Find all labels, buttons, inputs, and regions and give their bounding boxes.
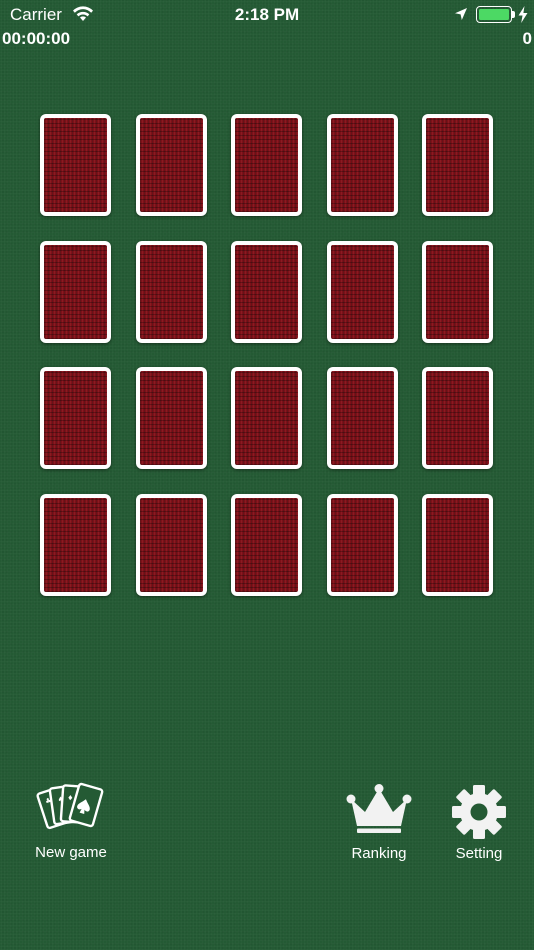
- setting-label: Setting: [455, 845, 503, 862]
- card-r3-c5[interactable]: [422, 367, 493, 469]
- status-bar: Carrier 2:18 PM: [0, 0, 534, 30]
- card-back-pattern: [330, 371, 394, 465]
- card-back-pattern: [330, 497, 394, 592]
- elapsed-timer: 00:00:00: [2, 29, 71, 48]
- card-back-pattern: [426, 371, 489, 465]
- card-r3-c1[interactable]: [40, 367, 111, 469]
- ranking-button[interactable]: Ranking: [340, 784, 418, 864]
- card-back-pattern: [426, 497, 489, 592]
- svg-text:♦: ♦: [67, 794, 74, 802]
- setting-button[interactable]: Setting: [442, 784, 516, 864]
- card-r4-c1[interactable]: [40, 493, 111, 596]
- card-back-pattern: [235, 371, 298, 465]
- battery-tip: [512, 11, 515, 18]
- card-back-pattern: [235, 118, 298, 212]
- card-back-pattern: [139, 371, 203, 465]
- gear-icon: [452, 785, 506, 839]
- card-r3-c2[interactable]: [135, 367, 207, 469]
- card-r3-c4[interactable]: [326, 367, 398, 469]
- card-r1-c1[interactable]: [40, 114, 111, 216]
- new-game-label: New game: [35, 844, 107, 861]
- card-r3-c3[interactable]: [231, 367, 302, 469]
- card-r4-c5[interactable]: [422, 493, 493, 596]
- card-r2-c3[interactable]: [231, 240, 302, 343]
- card-back-pattern: [235, 244, 298, 339]
- crown-icon: [346, 784, 412, 833]
- card-back-pattern: [235, 497, 298, 592]
- card-r1-c5[interactable]: [422, 114, 493, 216]
- card-r4-c3[interactable]: [231, 493, 302, 596]
- card-back-pattern: [44, 118, 107, 212]
- card-r1-c2[interactable]: [135, 114, 207, 216]
- card-r1-c4[interactable]: [326, 114, 398, 216]
- card-r2-c4[interactable]: [326, 240, 398, 343]
- charging-bolt-icon: [518, 6, 528, 23]
- new-game-button[interactable]: ♠ ♦ ♣ New game: [26, 778, 116, 864]
- svg-text:♠: ♠: [57, 795, 64, 804]
- card-r4-c4[interactable]: [326, 493, 398, 596]
- playing-cards-icon: ♠ ♦ ♣: [36, 782, 104, 830]
- card-back-pattern: [139, 244, 203, 339]
- card-back-pattern: [426, 244, 489, 339]
- card-back-pattern: [139, 118, 203, 212]
- card-back-pattern: [330, 244, 394, 339]
- card-back-pattern: [44, 371, 107, 465]
- card-back-pattern: [330, 118, 394, 212]
- card-back-pattern: [426, 118, 489, 212]
- card-back-pattern: [44, 497, 107, 592]
- score-counter: 0: [522, 29, 532, 48]
- battery-icon: [476, 6, 512, 23]
- battery-level: [479, 9, 509, 20]
- location-arrow-icon: [455, 8, 467, 20]
- card-back-pattern: [139, 497, 203, 592]
- card-r1-c3[interactable]: [231, 114, 302, 216]
- card-back-pattern: [44, 244, 107, 339]
- ranking-label: Ranking: [351, 845, 407, 862]
- card-grid: [40, 114, 495, 596]
- card-r4-c2[interactable]: [135, 493, 207, 596]
- card-r2-c1[interactable]: [40, 240, 111, 343]
- card-r2-c5[interactable]: [422, 240, 493, 343]
- card-r2-c2[interactable]: [135, 240, 207, 343]
